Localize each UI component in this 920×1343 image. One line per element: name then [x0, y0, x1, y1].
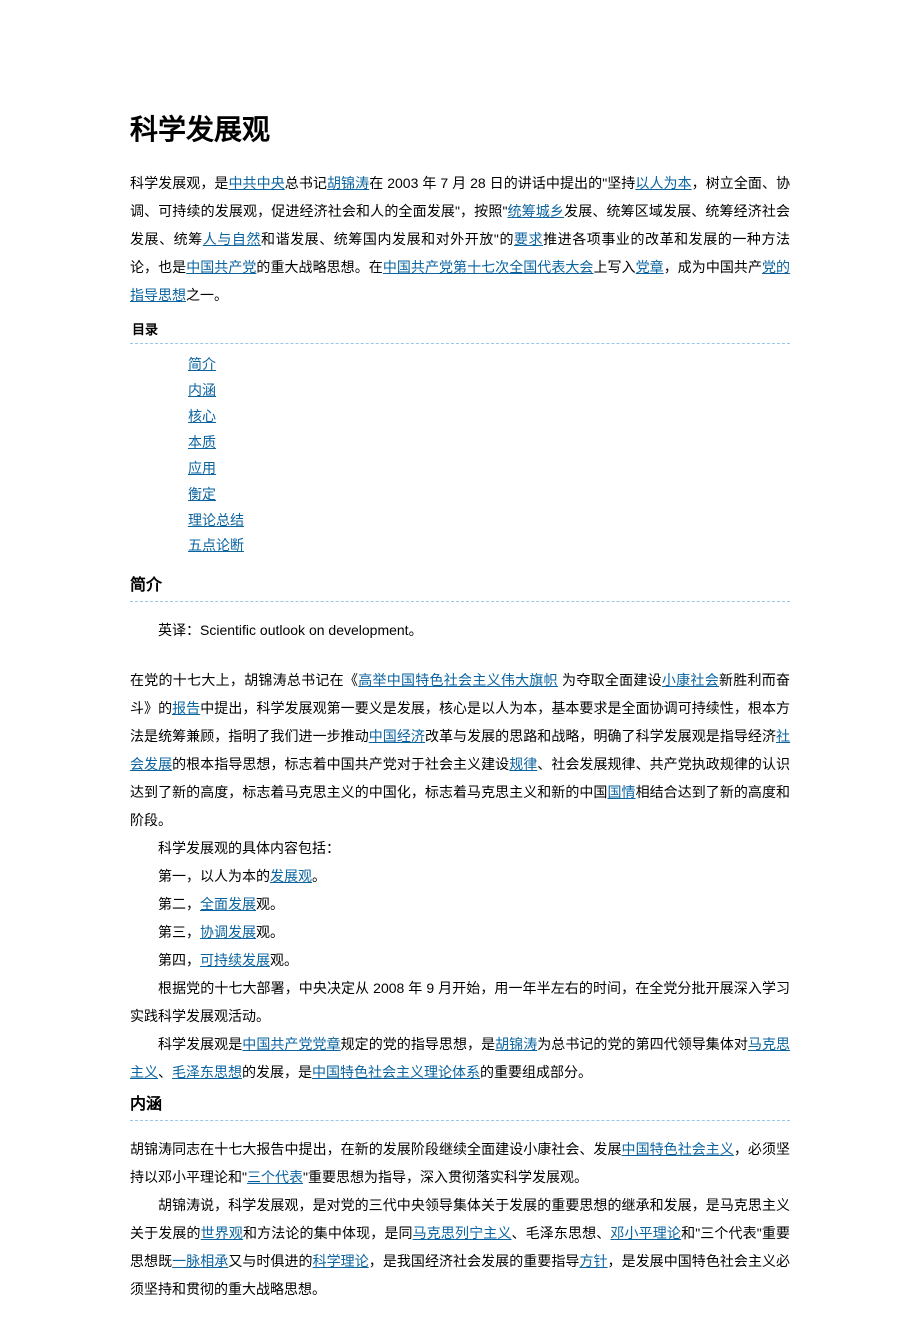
intro-paragraph: 科学发展观，是中共中央总书记胡锦涛在 2003 年 7 月 28 日的讲话中提出… — [130, 169, 790, 309]
toc-item-core[interactable]: 核心 — [188, 408, 216, 424]
link-baogao[interactable]: 报告 — [172, 700, 200, 716]
toc-box: 简介 内涵 核心 本质 应用 衡定 理论总结 五点论断 — [130, 343, 790, 567]
list-item-4: 第四，可持续发展观。 — [130, 946, 790, 974]
section-divider — [130, 601, 790, 602]
content-label: 科学发展观的具体内容包括： — [130, 834, 790, 862]
link-dengxiaoping[interactable]: 邓小平理论 — [610, 1225, 681, 1241]
link-guoqing[interactable]: 国情 — [607, 784, 635, 800]
list-item-3: 第三，协调发展观。 — [130, 918, 790, 946]
paragraph-hu-report: 胡锦涛同志在十七大报告中提出，在新的发展阶段继续全面建设小康社会、发展中国特色社… — [130, 1135, 790, 1191]
link-maoism[interactable]: 毛泽东思想 — [172, 1064, 242, 1080]
section-heading-connotation: 内涵 — [130, 1092, 790, 1118]
link-yirenweiben[interactable]: 以人为本 — [635, 175, 691, 191]
link-kexuelilun[interactable]: 科学理论 — [313, 1253, 369, 1269]
toc-item-intro[interactable]: 简介 — [188, 356, 216, 372]
paragraph-deployment: 根据党的十七大部署，中央决定从 2008 年 9 月开始，用一年半左右的时间，在… — [130, 974, 790, 1030]
link-gaoju[interactable]: 高举中国特色社会主义伟大旗帜 — [358, 672, 558, 688]
link-marxleninism[interactable]: 马克思列宁主义 — [413, 1225, 512, 1241]
link-shijieguan[interactable]: 世界观 — [201, 1225, 243, 1241]
link-zhongguojingji[interactable]: 中国经济 — [369, 728, 425, 744]
link-hujintao-2[interactable]: 胡锦涛 — [495, 1036, 537, 1052]
english-translation: 英译：Scientific outlook on development。 — [130, 616, 790, 644]
paragraph-hu-said: 胡锦涛说，科学发展观，是对党的三代中央领导集体关于发展的重要思想的继承和发展，是… — [130, 1191, 790, 1303]
toc-item-measure[interactable]: 衡定 — [188, 486, 216, 502]
link-dangzhang[interactable]: 党章 — [636, 259, 664, 275]
link-fazhanguan[interactable]: 发展观 — [270, 868, 312, 884]
link-guilv[interactable]: 规律 — [509, 756, 537, 772]
section-heading-intro: 简介 — [130, 573, 790, 599]
toc-item-essence[interactable]: 本质 — [188, 434, 216, 450]
link-zhonggong[interactable]: 中共中央 — [228, 175, 284, 191]
link-yimaixiangcheng[interactable]: 一脉相承 — [172, 1253, 228, 1269]
link-xiaokang[interactable]: 小康社会 — [662, 672, 719, 688]
list-item-2: 第二，全面发展观。 — [130, 890, 790, 918]
link-sange-daibiao[interactable]: 三个代表 — [247, 1169, 303, 1185]
section-divider-2 — [130, 1120, 790, 1121]
link-china-socialism[interactable]: 中国特色社会主义 — [622, 1141, 734, 1157]
list-item-1: 第一，以人为本的发展观。 — [130, 862, 790, 890]
link-hujintao[interactable]: 胡锦涛 — [327, 175, 369, 191]
paragraph-guidance: 科学发展观是中国共产党党章规定的党的指导思想，是胡锦涛为总书记的党的第四代领导集… — [130, 1030, 790, 1086]
link-cpc-constitution[interactable]: 中国共产党党章 — [242, 1036, 340, 1052]
link-socialism-theory[interactable]: 中国特色社会主义理论体系 — [312, 1064, 480, 1080]
toc-item-theory[interactable]: 理论总结 — [188, 512, 244, 528]
link-renyuziran[interactable]: 人与自然 — [203, 231, 261, 247]
toc-item-five[interactable]: 五点论断 — [188, 537, 244, 553]
link-yaoqiu[interactable]: 要求 — [514, 231, 543, 247]
toc-item-connotation[interactable]: 内涵 — [188, 382, 216, 398]
link-xietiao[interactable]: 协调发展 — [200, 924, 256, 940]
link-17th-congress[interactable]: 中国共产党第十七次全国代表大会 — [383, 259, 594, 275]
toc-item-application[interactable]: 应用 — [188, 460, 216, 476]
link-tongchou[interactable]: 统筹城乡 — [507, 203, 564, 219]
page-title: 科学发展观 — [130, 110, 790, 149]
link-cpc[interactable]: 中国共产党 — [186, 259, 256, 275]
paragraph-17th-congress: 在党的十七大上，胡锦涛总书记在《高举中国特色社会主义伟大旗帜 为夺取全面建设小康… — [130, 666, 790, 834]
toc-label: 目录 — [130, 317, 790, 343]
link-kechixu[interactable]: 可持续发展 — [200, 952, 270, 968]
link-fangzhen[interactable]: 方针 — [579, 1253, 607, 1269]
link-quanmian[interactable]: 全面发展 — [200, 896, 256, 912]
